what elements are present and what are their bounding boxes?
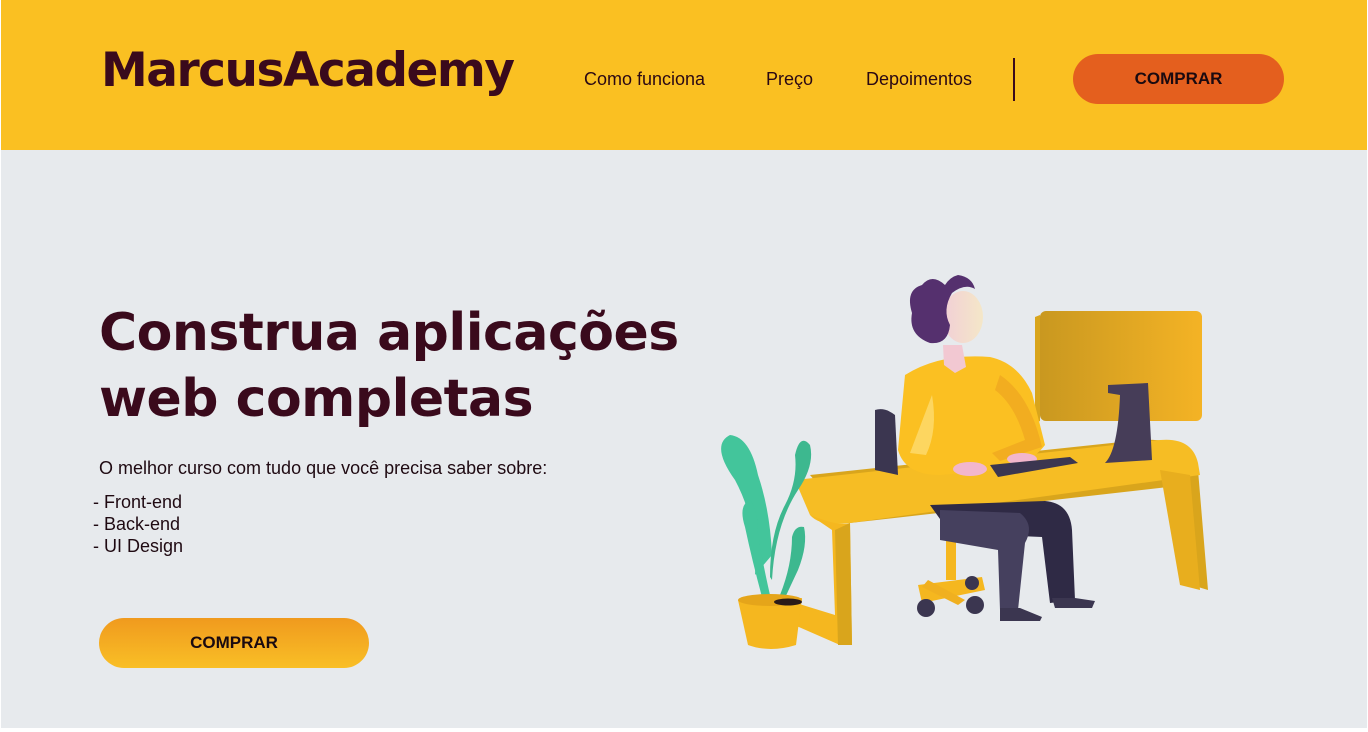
topic-item-frontend: - Front-end — [93, 492, 183, 512]
nav-link-depoimentos[interactable]: Depoimentos — [866, 68, 972, 90]
topic-list: - Front-end - Back-end - UI Design — [93, 491, 183, 557]
topic-item-backend: - Back-end — [93, 514, 181, 534]
header-buy-button[interactable]: COMPRAR — [1073, 54, 1284, 104]
nav-link-como-funciona[interactable]: Como funciona — [584, 68, 705, 90]
nav-link-preco[interactable]: Preço — [766, 68, 813, 90]
nav-divider — [1013, 58, 1015, 101]
brand-logo[interactable]: MarcusAcademy — [101, 36, 515, 106]
topic-item-uidesign: - UI Design — [93, 536, 184, 556]
hero-title: Construa aplicações web completas — [99, 300, 719, 432]
hero-buy-button[interactable]: COMPRAR — [99, 618, 369, 668]
hero-title-line-1: Construa aplicações — [99, 303, 679, 363]
hero-subtitle: O melhor curso com tudo que você precisa… — [99, 458, 548, 478]
hero-title-line-2: web completas — [99, 369, 534, 429]
person-at-desk-illustration — [721, 275, 1208, 649]
site-header: MarcusAcademy Como funciona Preço Depoim… — [1, 0, 1367, 150]
